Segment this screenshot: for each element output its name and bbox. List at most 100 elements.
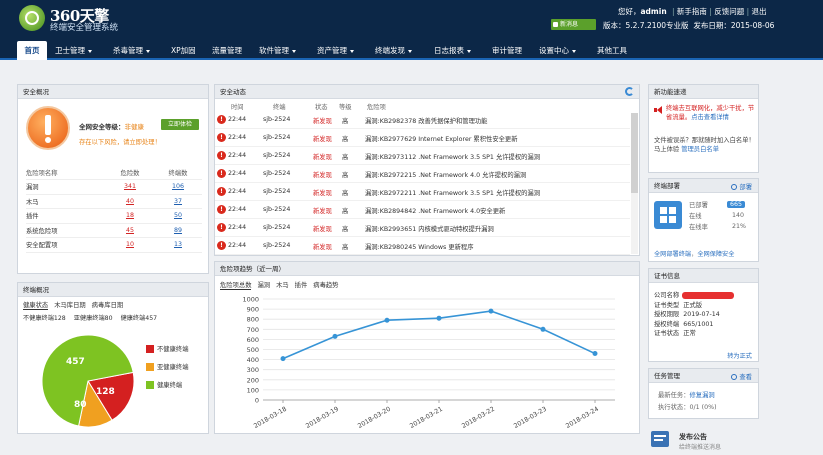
latest-task-link[interactable]: 修复漏洞	[689, 392, 714, 399]
tab-trojan-date[interactable]: 木马库日期	[54, 302, 85, 309]
promo-detail-link[interactable]: 点击查看详情	[691, 114, 729, 121]
panel-title: 安全概况	[18, 85, 208, 99]
data-point	[280, 356, 286, 362]
check-button[interactable]: 立即体检	[161, 119, 199, 130]
logo-icon	[19, 5, 45, 31]
tab-virus-trend[interactable]: 病毒趋势	[313, 282, 338, 289]
speaker-icon	[654, 106, 663, 114]
x-tick-label: 2018-03-24	[565, 406, 600, 430]
whitelist-link[interactable]: 管理员白名单	[681, 146, 719, 153]
announcement-sub: 给终端推送消息	[679, 444, 722, 451]
tab-plugin[interactable]: 插件	[295, 282, 308, 289]
data-point	[384, 317, 390, 323]
panel-title: 新功能速递	[649, 85, 758, 99]
nav-home[interactable]: 首页	[17, 41, 47, 60]
risk-hint: 存在以下风险，请立即处理！	[79, 139, 161, 146]
messages-badge[interactable]: 新消息	[551, 19, 596, 30]
event-row[interactable]: ! 22:44 sjb-2524 新发现高漏洞:KB2972211 .Net Fram…	[215, 183, 630, 201]
license-info: 公司名称 证书类型 正式版 授权期限 2019-07-14 授权终端 665/1…	[654, 291, 735, 339]
event-row[interactable]: ! 22:44 sjb-2524 新发现高漏洞:KB2972215 .Net Fram…	[215, 165, 630, 183]
top-header: 360天擎 终端安全管理系统 您好，admin | 新手指南 | 反馈问题 | …	[0, 0, 823, 38]
tab-total[interactable]: 危险项总数	[220, 282, 252, 290]
col-terminals: 终端数	[154, 165, 202, 180]
nav-software[interactable]: 软件管理	[259, 41, 296, 60]
nav-tools[interactable]: 其他工具	[597, 41, 627, 60]
x-tick-label: 2018-03-18	[253, 406, 288, 430]
y-tick-label: 900	[247, 306, 259, 314]
legend-subhealthy: 亚健康终端	[146, 359, 188, 377]
event-row[interactable]: ! 22:44 sjb-2524 新发现高漏洞:KB2973112 .Net Fram…	[215, 147, 630, 165]
warning-icon: !	[217, 133, 226, 142]
table-row: 漏洞 341 106	[26, 179, 202, 195]
online-rate: 21%	[732, 223, 746, 230]
deployment-panel: 终端部署 部署 已部署 665 在线 140 在线率 21% 全网部署终端，全网保障安…	[648, 178, 759, 262]
event-row[interactable]: ! 22:44 sjb-2524 新发现高漏洞:KB2982378 改善凭据保护和管理…	[215, 111, 630, 129]
nav-reports[interactable]: 日志报表	[434, 41, 471, 60]
view-tasks-link[interactable]: 查看	[731, 372, 752, 381]
event-row[interactable]: ! 22:44 sjb-2524 新发现高漏洞:KB2894842 .Net Fram…	[215, 201, 630, 219]
y-tick-label: 600	[247, 336, 259, 344]
tab-virus-date[interactable]: 病毒库日期	[92, 302, 123, 309]
event-row[interactable]: ! 22:44 sjb-2524 新发现高漏洞:KB2980245 Windows 更…	[215, 237, 630, 255]
nav-xp[interactable]: XP加固	[171, 41, 196, 60]
y-tick-label: 200	[247, 376, 259, 384]
nav-assets[interactable]: 资产管理	[317, 41, 354, 60]
nav-traffic[interactable]: 流量管理	[212, 41, 242, 60]
data-point	[540, 326, 546, 332]
security-events-panel: 安全动态 时间 终端 状态 等级 危险项 ! 22:44 sjb-2524 新发现高漏…	[214, 84, 640, 256]
license-panel: 证书信息 公司名称 证书类型 正式版 授权期限 2019-07-14 授权终端 …	[648, 268, 759, 362]
warning-icon: !	[217, 241, 226, 250]
redacted-company	[682, 291, 735, 299]
event-row[interactable]: ! 22:44 sjb-2524 新发现高漏洞:KB2977629 Internet …	[215, 129, 630, 147]
pie-label-unhealthy: 128	[96, 387, 115, 397]
logout-link[interactable]: 退出	[752, 7, 767, 16]
x-tick-label: 2018-03-21	[409, 406, 444, 430]
refresh-icon[interactable]	[625, 87, 634, 96]
nav-guard[interactable]: 卫士管理	[55, 41, 92, 60]
security-level: 全网安全等级：非健康	[79, 123, 144, 131]
pie-legend: 不健康终端 亚健康终端 健康终端	[146, 341, 188, 395]
events-header: 时间 终端 状态 等级 危险项	[231, 104, 386, 111]
deploy-links: 全网部署终端，全网保障安全	[654, 251, 735, 258]
header-links: | 新手指南 | 反馈问题 | 退出	[672, 7, 767, 16]
tab-vuln[interactable]: 漏洞	[257, 282, 270, 289]
deploy-stats: 已部署 665 在线 140 在线率 21%	[689, 201, 746, 231]
all-deploy-link[interactable]: 全网部署终端	[654, 251, 691, 258]
legend-unhealthy: 不健康终端	[146, 341, 188, 359]
version-info: 版本：5.2.7.2100专业版 发布日期：2015-08-06	[603, 21, 775, 30]
guide-link[interactable]: 新手指南	[677, 7, 707, 16]
deploy-link[interactable]: 部署	[731, 182, 752, 191]
pie-label-healthy: 457	[66, 357, 85, 367]
y-tick-label: 0	[255, 397, 259, 405]
tab-trojan[interactable]: 木马	[276, 282, 289, 289]
warning-icon: !	[217, 115, 226, 124]
task-info: 最新任务：修复漏洞 执行状态：0/1 (0%)	[658, 392, 717, 411]
announcement-icon[interactable]	[651, 431, 669, 447]
scrollbar[interactable]	[631, 113, 638, 254]
y-tick-label: 800	[247, 316, 259, 324]
panel-title: 危险项趋势（近一周）	[215, 262, 639, 276]
nav-audit[interactable]: 审计管理	[492, 41, 522, 60]
main-nav: 首页 卫士管理 杀毒管理 XP加固 流量管理 软件管理 资产管理 终端发现 日志…	[0, 38, 823, 60]
nav-settings[interactable]: 设置中心	[539, 41, 576, 60]
warning-icon: !	[217, 151, 226, 160]
all-safety-link[interactable]: 全网保障安全	[697, 251, 734, 258]
panel-title: 证书信息	[649, 269, 758, 283]
table-row: 插件 18 50	[26, 208, 202, 224]
data-point	[592, 351, 598, 357]
convert-formal-link[interactable]: 转为正式	[727, 351, 752, 360]
nav-antivirus[interactable]: 杀毒管理	[113, 41, 150, 60]
announcement-title[interactable]: 发布公告	[679, 432, 707, 442]
legend-healthy: 健康终端	[146, 377, 188, 395]
terminal-tabs: 健康状态 木马库日期 病毒库日期	[23, 300, 129, 310]
risk-trend-panel: 危险项趋势（近一周） 危险项总数 漏洞 木马 插件 病毒趋势 0 100 200 300 400…	[214, 261, 640, 434]
events-list: 时间 终端 状态 等级 危险项 ! 22:44 sjb-2524 新发现高漏洞:KB2…	[215, 100, 630, 255]
promo-text: 文件被误杀？那就随时加入白名单！马上体验 管理员白名单	[654, 137, 755, 153]
nav-discovery[interactable]: 终端发现	[375, 41, 412, 60]
terminal-stats: 不健康终端128 亚健康终端80 健康终端457	[23, 315, 158, 322]
tab-health[interactable]: 健康状态	[23, 302, 49, 310]
y-tick-label: 700	[247, 326, 259, 334]
y-tick-label: 1000	[242, 296, 259, 304]
feedback-link[interactable]: 反馈问题	[714, 7, 744, 16]
event-row[interactable]: ! 22:44 sjb-2524 新发现高漏洞:KB2993651 内核模式驱动特权提…	[215, 219, 630, 237]
